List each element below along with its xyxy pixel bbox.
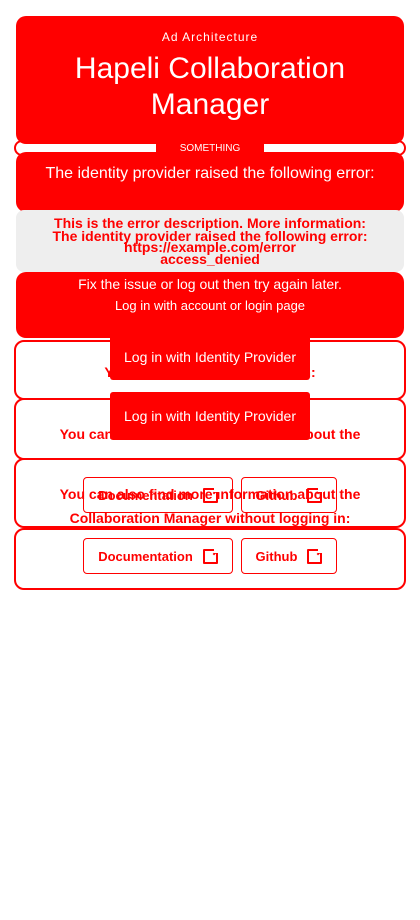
- github-button[interactable]: Github: [241, 538, 337, 574]
- login-idp-button[interactable]: Log in with Identity Provider: [110, 334, 310, 380]
- documentation-label: Documentation: [98, 548, 193, 564]
- page-title-line2: Manager: [150, 88, 270, 121]
- login-idp-button-2[interactable]: Log in with Identity Provider: [110, 392, 310, 440]
- external-link-icon: [202, 485, 220, 503]
- page-title: Hapeli Collaboration: [74, 52, 346, 85]
- faint-error-line: The identity provider raised the followi…: [45, 165, 375, 182]
- instructions-line: Fix the issue or log out then try again …: [78, 276, 342, 292]
- external-link-icon: [307, 546, 325, 564]
- error-code: access_denied: [160, 251, 260, 267]
- documentation-button-ghost[interactable]: Documentation: [83, 477, 233, 513]
- documentation-label-ghost: Documentation: [98, 487, 193, 503]
- external-link-icon: [307, 485, 325, 503]
- documentation-button[interactable]: Documentation: [83, 538, 233, 574]
- github-label-ghost: Github: [255, 487, 298, 503]
- github-button-ghost[interactable]: Github: [241, 477, 337, 513]
- header-subtitle: Ad Architecture: [161, 30, 259, 44]
- external-link-icon: [202, 546, 220, 564]
- instructions-line-2: Log in with account or login page: [114, 298, 306, 313]
- github-label: Github: [255, 548, 298, 564]
